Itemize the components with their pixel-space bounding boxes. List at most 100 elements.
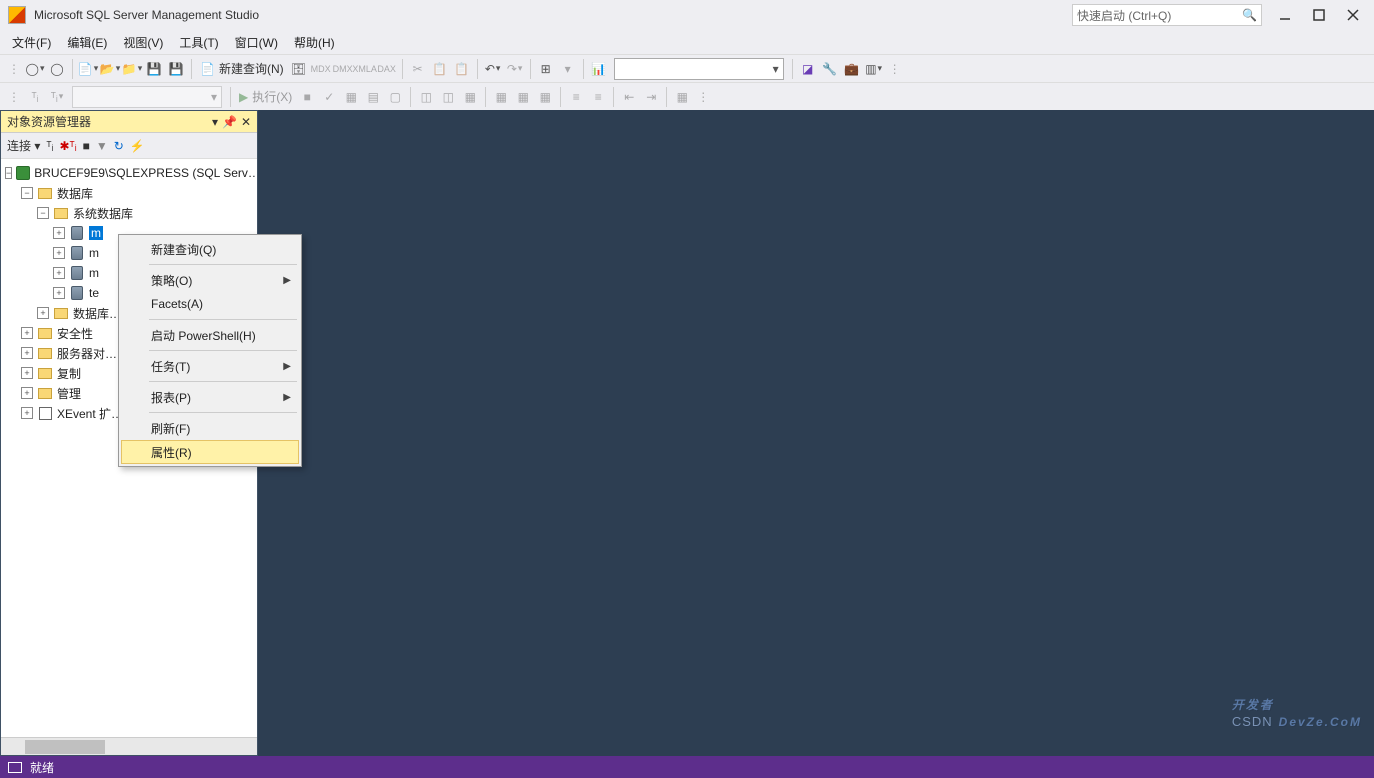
disconnect-icon[interactable]: ᵀᵢ [46,139,53,153]
toolbar-overflow-icon[interactable]: ⋮ [885,62,905,76]
cut-button[interactable]: ✂ [407,58,429,80]
database-combo[interactable] [614,58,784,80]
copy-button[interactable]: 📋 [429,58,451,80]
debug-button[interactable]: ■ [296,86,318,108]
window-controls [1268,2,1370,28]
menu-edit[interactable]: 编辑(E) [59,31,115,54]
play-icon: ▶ [239,90,248,104]
decrease-indent-button[interactable]: ⇤ [618,86,640,108]
display-plan-button[interactable]: ▦ [340,86,362,108]
results-to-file-button[interactable]: ▦ [534,86,556,108]
ctx-tasks[interactable]: 任务(T)▶ [121,354,299,378]
ctx-reports[interactable]: 报表(P)▶ [121,385,299,409]
toolbar2-grip-icon[interactable]: ⋮ [4,90,24,104]
status-bar: 就绪 [0,756,1374,778]
stop-icon[interactable]: ■ [83,139,90,153]
window-layout-button[interactable]: ▥▾ [863,58,885,80]
ctx-properties[interactable]: 属性(R) [121,440,299,464]
quick-launch-input[interactable]: 快速启动 (Ctrl+Q) 🔍 [1072,4,1262,26]
ssms-app-icon [8,6,26,24]
increase-indent-button[interactable]: ⇥ [640,86,662,108]
dmx-query-icon[interactable]: DMX [332,58,354,80]
nav-back-button[interactable]: ◯▾ [24,58,46,80]
ctx-new-query[interactable]: 新建查询(Q) [121,237,299,261]
tree-databases-node[interactable]: −数据库 [1,183,257,203]
menu-window[interactable]: 窗口(W) [227,31,286,54]
minimize-button[interactable] [1268,2,1302,28]
new-query-button[interactable]: 📄新建查询(N) [196,60,288,77]
db-engine-query-button[interactable]: 🗄 [288,58,310,80]
save-all-button[interactable]: 💾 [165,58,187,80]
results-to-grid-button[interactable]: ▦ [512,86,534,108]
menu-file[interactable]: 文件(F) [4,31,59,54]
paste-button[interactable]: 📋 [451,58,473,80]
sqlcmd-mode-button[interactable]: ▦ [459,86,481,108]
include-plan-button[interactable]: ◫ [415,86,437,108]
wrench-icon[interactable]: 🔧 [819,58,841,80]
title-bar: Microsoft SQL Server Management Studio 快… [0,0,1374,30]
quick-launch-placeholder: 快速启动 (Ctrl+Q) [1077,7,1242,24]
close-button[interactable] [1336,2,1370,28]
change-connection-button[interactable]: ᵀᵢ [24,86,46,108]
new-query-icon: 📄 [200,62,215,76]
status-icon [8,762,22,773]
object-explorer-title-bar[interactable]: 对象资源管理器 ▾ 📌 ✕ [1,111,257,133]
refresh-icon[interactable]: ↻ [114,139,124,153]
registered-servers-button[interactable]: ⊞ [535,58,557,80]
available-databases-button[interactable]: ᵀᵢ▾ [46,86,68,108]
database-selector[interactable] [72,86,222,108]
new-project-button[interactable]: 📄▾ [77,58,99,80]
connect-button[interactable]: 连接 ▾ [7,137,40,154]
dax-query-icon[interactable]: DAX [376,58,398,80]
activity-icon[interactable]: ⚡ [130,139,145,153]
tree-system-databases-node[interactable]: −系统数据库 [1,203,257,223]
query-options-button[interactable]: ▤ [362,86,384,108]
execute-button[interactable]: ▶执行(X) [235,88,296,105]
menu-tools[interactable]: 工具(T) [171,31,226,54]
ctx-powershell[interactable]: 启动 PowerShell(H) [121,323,299,347]
tree-server-node[interactable]: −BRUCEF9E9\SQLEXPRESS (SQL Serv… [1,163,257,183]
properties-window-button[interactable]: ▾ [557,58,579,80]
open-folder-button[interactable]: 📁▾ [121,58,143,80]
app-title: Microsoft SQL Server Management Studio [34,8,1072,22]
object-explorer-scrollbar[interactable] [1,737,257,755]
maximize-button[interactable] [1302,2,1336,28]
ctx-policy[interactable]: 策略(O)▶ [121,268,299,292]
results-to-text-button[interactable]: ▦ [490,86,512,108]
nav-forward-button[interactable]: ◯ [46,58,68,80]
menu-help[interactable]: 帮助(H) [286,31,343,54]
filter-icon[interactable]: ▼ [96,139,108,153]
vs-icon[interactable]: ◪ [797,58,819,80]
ctx-refresh[interactable]: 刷新(F) [121,416,299,440]
close-panel-icon[interactable]: ✕ [241,115,251,129]
ctx-facets[interactable]: Facets(A) [121,292,299,316]
activity-monitor-button[interactable]: 📊 [588,58,610,80]
connection-icon[interactable]: ✱ᵀᵢ [59,139,76,153]
main-area: 对象资源管理器 ▾ 📌 ✕ 连接 ▾ ᵀᵢ ✱ᵀᵢ ■ ▼ ↻ ⚡ −BRUCE… [0,110,1374,756]
parse-button[interactable]: ✓ [318,86,340,108]
pin-icon[interactable]: 📌 [222,115,237,129]
undo-button[interactable]: ↶▾ [482,58,504,80]
main-toolbar: ⋮ ◯▾ ◯ 📄▾ 📂▾ 📁▾ 💾 💾 📄新建查询(N) 🗄 MDX DMX X… [0,54,1374,82]
object-explorer-toolbar: 连接 ▾ ᵀᵢ ✱ᵀᵢ ■ ▼ ↻ ⚡ [1,133,257,159]
comment-button[interactable]: ≡ [565,86,587,108]
open-file-button[interactable]: 📂▾ [99,58,121,80]
dropdown-icon[interactable]: ▾ [212,115,218,129]
menu-view[interactable]: 视图(V) [115,31,171,54]
uncomment-button[interactable]: ≡ [587,86,609,108]
xmla-query-icon[interactable]: XMLA [354,58,376,80]
status-text: 就绪 [30,759,54,776]
submenu-arrow-icon: ▶ [283,361,291,372]
intellisense-button[interactable]: ▢ [384,86,406,108]
specify-values-button[interactable]: ▦ [671,86,693,108]
toolbar2-overflow-icon[interactable]: ⋮ [693,90,713,104]
briefcase-icon[interactable]: 💼 [841,58,863,80]
menu-bar: 文件(F) 编辑(E) 视图(V) 工具(T) 窗口(W) 帮助(H) [0,30,1374,54]
include-stats-button[interactable]: ◫ [437,86,459,108]
toolbar-grip-icon[interactable]: ⋮ [4,62,24,76]
save-button[interactable]: 💾 [143,58,165,80]
mdx-query-icon[interactable]: MDX [310,58,332,80]
redo-button[interactable]: ↷▾ [504,58,526,80]
search-icon: 🔍 [1242,8,1257,22]
sql-editor-toolbar: ⋮ ᵀᵢ ᵀᵢ▾ ▶执行(X) ■ ✓ ▦ ▤ ▢ ◫ ◫ ▦ ▦ ▦ ▦ ≡ … [0,82,1374,110]
